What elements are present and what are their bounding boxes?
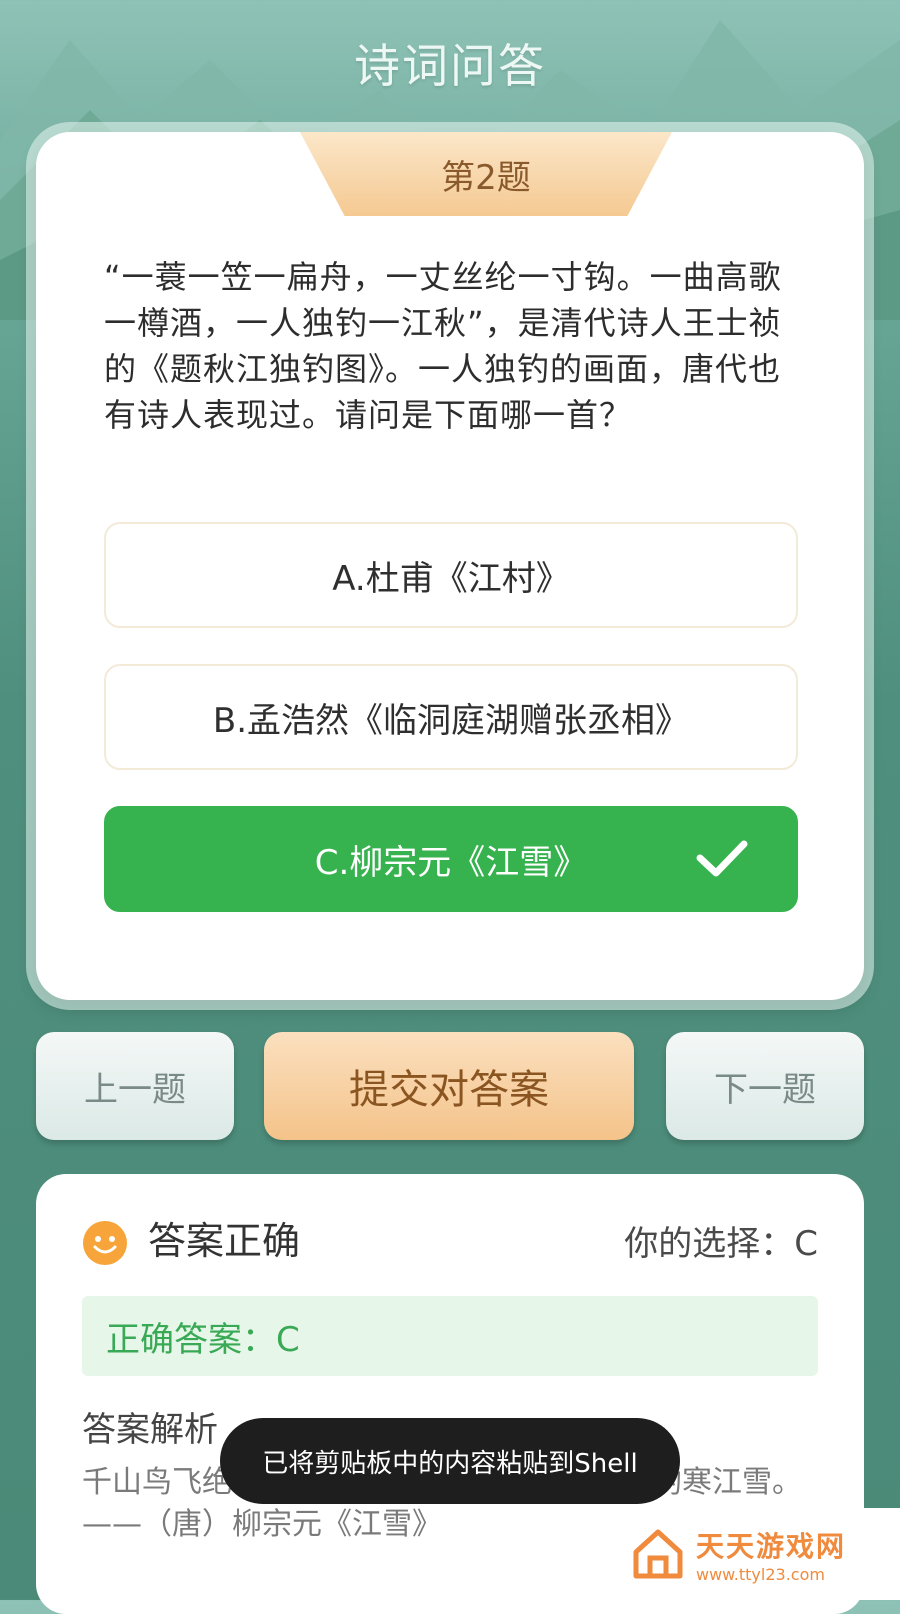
correct-answer-text: 正确答案：C bbox=[106, 1319, 300, 1360]
checkmark-icon bbox=[696, 840, 748, 877]
option-b[interactable]: B.孟浩然《临洞庭湖赠张丞相》 bbox=[104, 664, 798, 770]
prev-question-button[interactable]: 上一题 bbox=[36, 1032, 234, 1140]
watermark: 天天游戏网 www.ttyl23.com bbox=[608, 1508, 900, 1600]
result-status: 答案正确 bbox=[148, 1219, 301, 1263]
option-b-label: B.孟浩然《临洞庭湖赠张丞相》 bbox=[212, 700, 690, 741]
your-choice: 你的选择：C bbox=[624, 1224, 818, 1264]
option-a-label: A.杜甫《江村》 bbox=[332, 558, 570, 599]
option-c[interactable]: C.柳宗元《江雪》 bbox=[104, 806, 798, 912]
analysis-title: 答案解析 bbox=[82, 1410, 218, 1450]
correct-answer-box: 正确答案：C bbox=[82, 1296, 818, 1376]
page-title: 诗词问答 bbox=[354, 39, 546, 93]
question-number-badge: 第2题 bbox=[300, 132, 672, 216]
submit-answer-button[interactable]: 提交对答案 bbox=[264, 1032, 634, 1140]
watermark-name: 天天游戏网 bbox=[696, 1529, 847, 1563]
smiley-icon bbox=[83, 1221, 127, 1265]
house-logo-icon bbox=[633, 1529, 683, 1579]
watermark-url: www.ttyl23.com bbox=[696, 1564, 825, 1584]
option-c-label: C.柳宗元《江雪》 bbox=[314, 842, 588, 883]
next-question-button[interactable]: 下一题 bbox=[666, 1032, 864, 1140]
option-a[interactable]: A.杜甫《江村》 bbox=[104, 522, 798, 628]
toast-message: 已将剪贴板中的内容粘贴到Shell bbox=[220, 1418, 680, 1504]
question-card: 第2题 “一蓑一笠一扁舟，一丈丝纶一寸钩。一曲高歌一樽酒，一人独钓一江秋”，是清… bbox=[36, 132, 864, 1000]
question-text: “一蓑一笠一扁舟，一丈丝纶一寸钩。一曲高歌一樽酒，一人独钓一江秋”，是清代诗人王… bbox=[104, 258, 782, 434]
